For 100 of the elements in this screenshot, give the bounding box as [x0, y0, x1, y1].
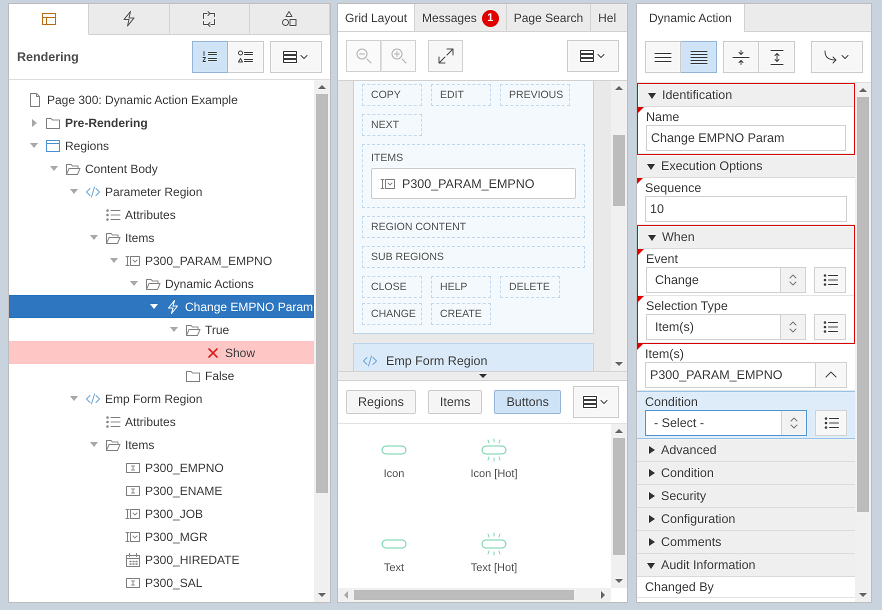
tree-node[interactable]: Show — [9, 341, 314, 364]
tab[interactable]: Dynamic Action — [637, 4, 745, 32]
tool-button[interactable] — [428, 40, 463, 72]
drop-zone: CREATE — [431, 303, 491, 325]
section-header[interactable]: Advanced — [637, 439, 855, 462]
code-icon — [85, 184, 101, 200]
popup-button[interactable] — [815, 362, 847, 388]
drop-zone: SUB REGIONS — [362, 246, 585, 268]
tab[interactable]: Grid Layout — [338, 4, 416, 31]
drop-zone: CHANGE — [362, 303, 422, 325]
text-field[interactable]: 10 — [645, 196, 847, 222]
view-toggle[interactable] — [228, 41, 264, 73]
tree-node[interactable]: Pre-Rendering — [9, 111, 314, 134]
select-field[interactable]: Item(s) — [646, 314, 806, 340]
text-field[interactable]: Change EMPNO Param — [646, 125, 846, 151]
tool-button[interactable] — [681, 41, 717, 73]
scrollbar[interactable] — [314, 80, 330, 602]
menu-button[interactable] — [567, 40, 619, 72]
section-header[interactable]: Condition — [637, 462, 855, 485]
property-row[interactable]: Sequence 10 — [637, 178, 855, 225]
filter-button[interactable]: Items — [428, 390, 482, 414]
tree-node[interactable]: Attributes — [9, 203, 314, 226]
select-field[interactable]: Change — [646, 267, 806, 293]
gallery-entry[interactable]: Icon — [344, 438, 444, 532]
text-field[interactable]: P300_PARAM_EMPNO — [645, 362, 815, 388]
drop-zone: DELETE — [500, 276, 560, 298]
spinner-icon — [787, 272, 799, 288]
gallery-entry[interactable]: Icon [Hot] — [444, 438, 544, 532]
section-header[interactable]: Execution Options — [637, 155, 855, 178]
menu-icon — [579, 47, 607, 65]
list-button[interactable] — [814, 267, 846, 293]
section-header[interactable]: Configuration — [637, 508, 855, 531]
scrollbar[interactable] — [611, 81, 627, 371]
tree-node[interactable]: P300_HIREDATE — [9, 548, 314, 571]
tree-node[interactable]: Change EMPNO Param — [9, 295, 314, 318]
tree-node[interactable]: Parameter Region — [9, 180, 314, 203]
tree-node[interactable]: P300_MGR — [9, 525, 314, 548]
tree-node[interactable]: Content Body — [9, 157, 314, 180]
section-header[interactable]: Comments — [637, 531, 855, 554]
tab[interactable] — [250, 4, 330, 35]
gallery-entry[interactable]: Text — [344, 532, 444, 610]
splitter[interactable] — [338, 371, 627, 381]
property-row[interactable]: Item(s) P300_PARAM_EMPNO — [637, 344, 855, 391]
tree-node[interactable]: Attributes — [9, 410, 314, 433]
go-to-icon — [823, 48, 851, 66]
collapse-icon — [731, 48, 751, 66]
tree-node[interactable]: Emp Form Region — [9, 387, 314, 410]
section-header[interactable]: Identification — [638, 84, 854, 107]
property-label: Sequence — [645, 180, 702, 196]
filter-button[interactable]: Buttons — [494, 390, 561, 414]
property-row[interactable]: Name Change EMPNO Param — [638, 107, 854, 154]
region-header[interactable]: Emp Form Region — [353, 343, 594, 371]
tree-node[interactable]: Dynamic Actions — [9, 272, 314, 295]
tree-node[interactable]: Regions — [9, 134, 314, 157]
property-row[interactable]: Selection Type Item(s) — [638, 296, 854, 343]
section-header[interactable]: Security — [637, 485, 855, 508]
select-field[interactable]: - Select - — [645, 410, 807, 436]
expand-icon — [436, 47, 454, 65]
property-row[interactable]: Event Change — [638, 249, 854, 296]
scrollbar[interactable] — [338, 588, 611, 602]
tree-node[interactable]: P300_ENAME — [9, 479, 314, 502]
section-header[interactable]: Audit Information — [637, 554, 855, 577]
drop-zone: EDIT — [431, 84, 491, 106]
list-icon — [823, 415, 839, 431]
list-button[interactable] — [814, 314, 846, 340]
tree-node[interactable]: P300_EMPNO — [9, 456, 314, 479]
calendar-icon — [125, 552, 141, 568]
tree-node[interactable]: Page 300: Dynamic Action Example — [9, 88, 314, 111]
gallery-entry[interactable]: Text [Hot] — [444, 532, 544, 610]
panel-title: Rendering — [17, 50, 80, 64]
list-icon — [105, 206, 121, 222]
page-item[interactable]: P300_PARAM_EMPNO — [371, 168, 576, 199]
tool-button[interactable] — [645, 41, 681, 73]
template-label: Icon — [384, 468, 404, 480]
property-row[interactable]: Condition - Select - — [637, 391, 855, 439]
view-toggle[interactable] — [192, 41, 228, 73]
tree-node[interactable]: Items — [9, 433, 314, 456]
numbered-list-icon — [201, 49, 219, 65]
menu-button[interactable] — [270, 41, 322, 73]
property-label: Selection Type — [646, 298, 729, 314]
property-row[interactable]: Changed By — [637, 577, 855, 598]
tree-node[interactable]: Items — [9, 226, 314, 249]
filter-button[interactable]: Regions — [346, 390, 416, 414]
menu-button[interactable] — [572, 386, 619, 418]
list-button[interactable] — [815, 410, 847, 436]
section-label: ITEMS — [371, 152, 404, 164]
drop-zone: REGION CONTENT — [362, 216, 585, 238]
tree-node[interactable]: P300_JOB — [9, 502, 314, 525]
tree-node[interactable]: True — [9, 318, 314, 341]
tool-button[interactable] — [723, 41, 759, 73]
tree-node[interactable]: False — [9, 364, 314, 387]
scrollbar[interactable] — [611, 424, 627, 588]
list-icon — [822, 319, 838, 335]
tool-button[interactable] — [759, 41, 795, 73]
scrollbar[interactable] — [855, 83, 871, 602]
tree-node[interactable]: P300_PARAM_EMPNO — [9, 249, 314, 272]
section-header[interactable]: When — [638, 226, 854, 249]
tree-node[interactable]: P300_SAL — [9, 571, 314, 594]
zoom-in-icon — [390, 47, 408, 65]
drop-zone: CLOSE — [362, 276, 422, 298]
